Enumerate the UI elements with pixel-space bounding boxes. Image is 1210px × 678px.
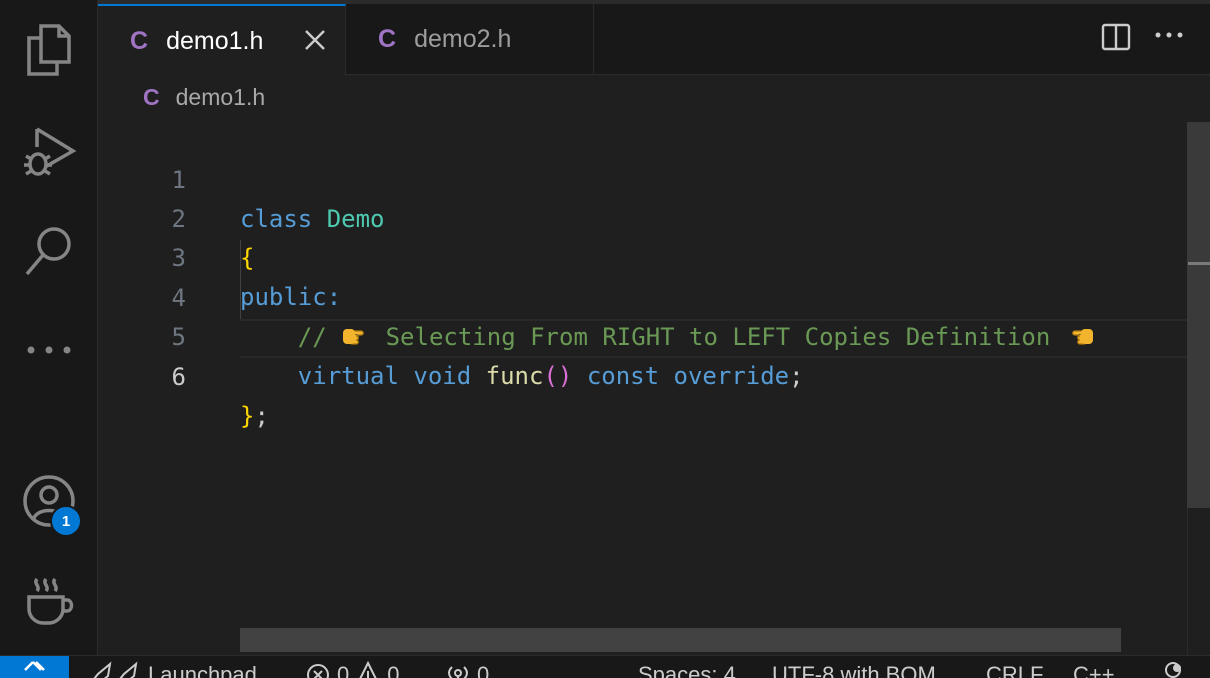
encoding-label: UTF-8 with BOM xyxy=(772,662,936,678)
remote-icon xyxy=(24,661,45,671)
c-file-icon: C xyxy=(143,84,160,110)
tab-label: demo2.h xyxy=(414,25,512,53)
rocket-icon xyxy=(93,661,138,678)
feedback-icon xyxy=(1165,662,1181,678)
breadcrumb: C demo1.h xyxy=(143,84,265,111)
close-icon[interactable] xyxy=(303,28,327,52)
more-actions-icon[interactable] xyxy=(1154,30,1184,40)
tab-label: demo1.h xyxy=(166,26,264,55)
code-line: 1 class Demo xyxy=(98,122,1188,233)
indentation-label: Spaces: 4 xyxy=(638,662,736,678)
breadcrumb-file[interactable]: demo1.h xyxy=(176,84,266,111)
remote-indicator[interactable] xyxy=(0,656,69,678)
eol-item[interactable]: CRLF xyxy=(986,660,1043,678)
vertical-scrollbar[interactable] xyxy=(1187,122,1210,508)
more-icon[interactable] xyxy=(20,321,78,379)
code-line: 6 }; xyxy=(98,319,1188,430)
explorer-icon[interactable] xyxy=(20,21,78,79)
line-code: virtual void func() const override; xyxy=(297,362,804,390)
java-icon[interactable] xyxy=(20,572,78,630)
run-debug-icon[interactable] xyxy=(20,122,78,180)
ports-count: 0 xyxy=(477,662,490,678)
horizontal-scrollbar[interactable] xyxy=(240,628,1121,652)
split-editor-icon[interactable] xyxy=(1101,22,1131,52)
warnings-count: 0 xyxy=(387,662,400,678)
broadcast-icon xyxy=(448,666,468,678)
tab-demo1[interactable]: C demo1.h xyxy=(98,4,346,76)
launchpad-item[interactable]: Launchpad xyxy=(86,660,257,678)
code-line: 4 // Selecting From RIGHT to LEFT Copies… xyxy=(98,240,1188,351)
errors-count: 0 xyxy=(337,662,350,678)
line-code: }; xyxy=(240,402,269,430)
indentation-item[interactable]: Spaces: 4 xyxy=(638,660,736,678)
code-line: 2 { xyxy=(98,161,1188,272)
error-icon xyxy=(307,664,329,678)
code-line: 3 public: xyxy=(98,200,1188,311)
c-file-icon: C xyxy=(130,26,149,55)
problems-item[interactable]: 0 0 xyxy=(305,660,400,678)
code-line: 5 virtual void func() const override; xyxy=(98,279,1188,390)
language-label: C++ xyxy=(1073,662,1115,678)
warning-icon xyxy=(359,660,377,678)
tab-demo2[interactable]: C demo2.h xyxy=(346,4,594,75)
ports-item[interactable]: 0 xyxy=(445,660,489,678)
line-number: 6 xyxy=(171,363,186,391)
tab-bar: C demo1.h C demo2.h xyxy=(98,0,1210,76)
search-icon[interactable] xyxy=(20,222,78,280)
status-bar: Launchpad 0 0 0 Spaces: 4 UTF-8 with BOM… xyxy=(0,655,1210,678)
accounts-badge: 1 xyxy=(50,505,82,537)
language-item[interactable]: C++ xyxy=(1073,660,1115,678)
encoding-item[interactable]: UTF-8 with BOM xyxy=(772,660,936,678)
launchpad-label: Launchpad xyxy=(148,662,257,678)
code-editor[interactable]: 1 class Demo 2 { 3 public: 4 // Selectin… xyxy=(98,122,1188,655)
overview-ruler-marker xyxy=(1188,262,1210,265)
activity-bar: 1 xyxy=(0,0,98,655)
notifications-item[interactable] xyxy=(1160,660,1186,678)
eol-label: CRLF xyxy=(986,662,1044,678)
c-file-icon: C xyxy=(378,25,397,53)
